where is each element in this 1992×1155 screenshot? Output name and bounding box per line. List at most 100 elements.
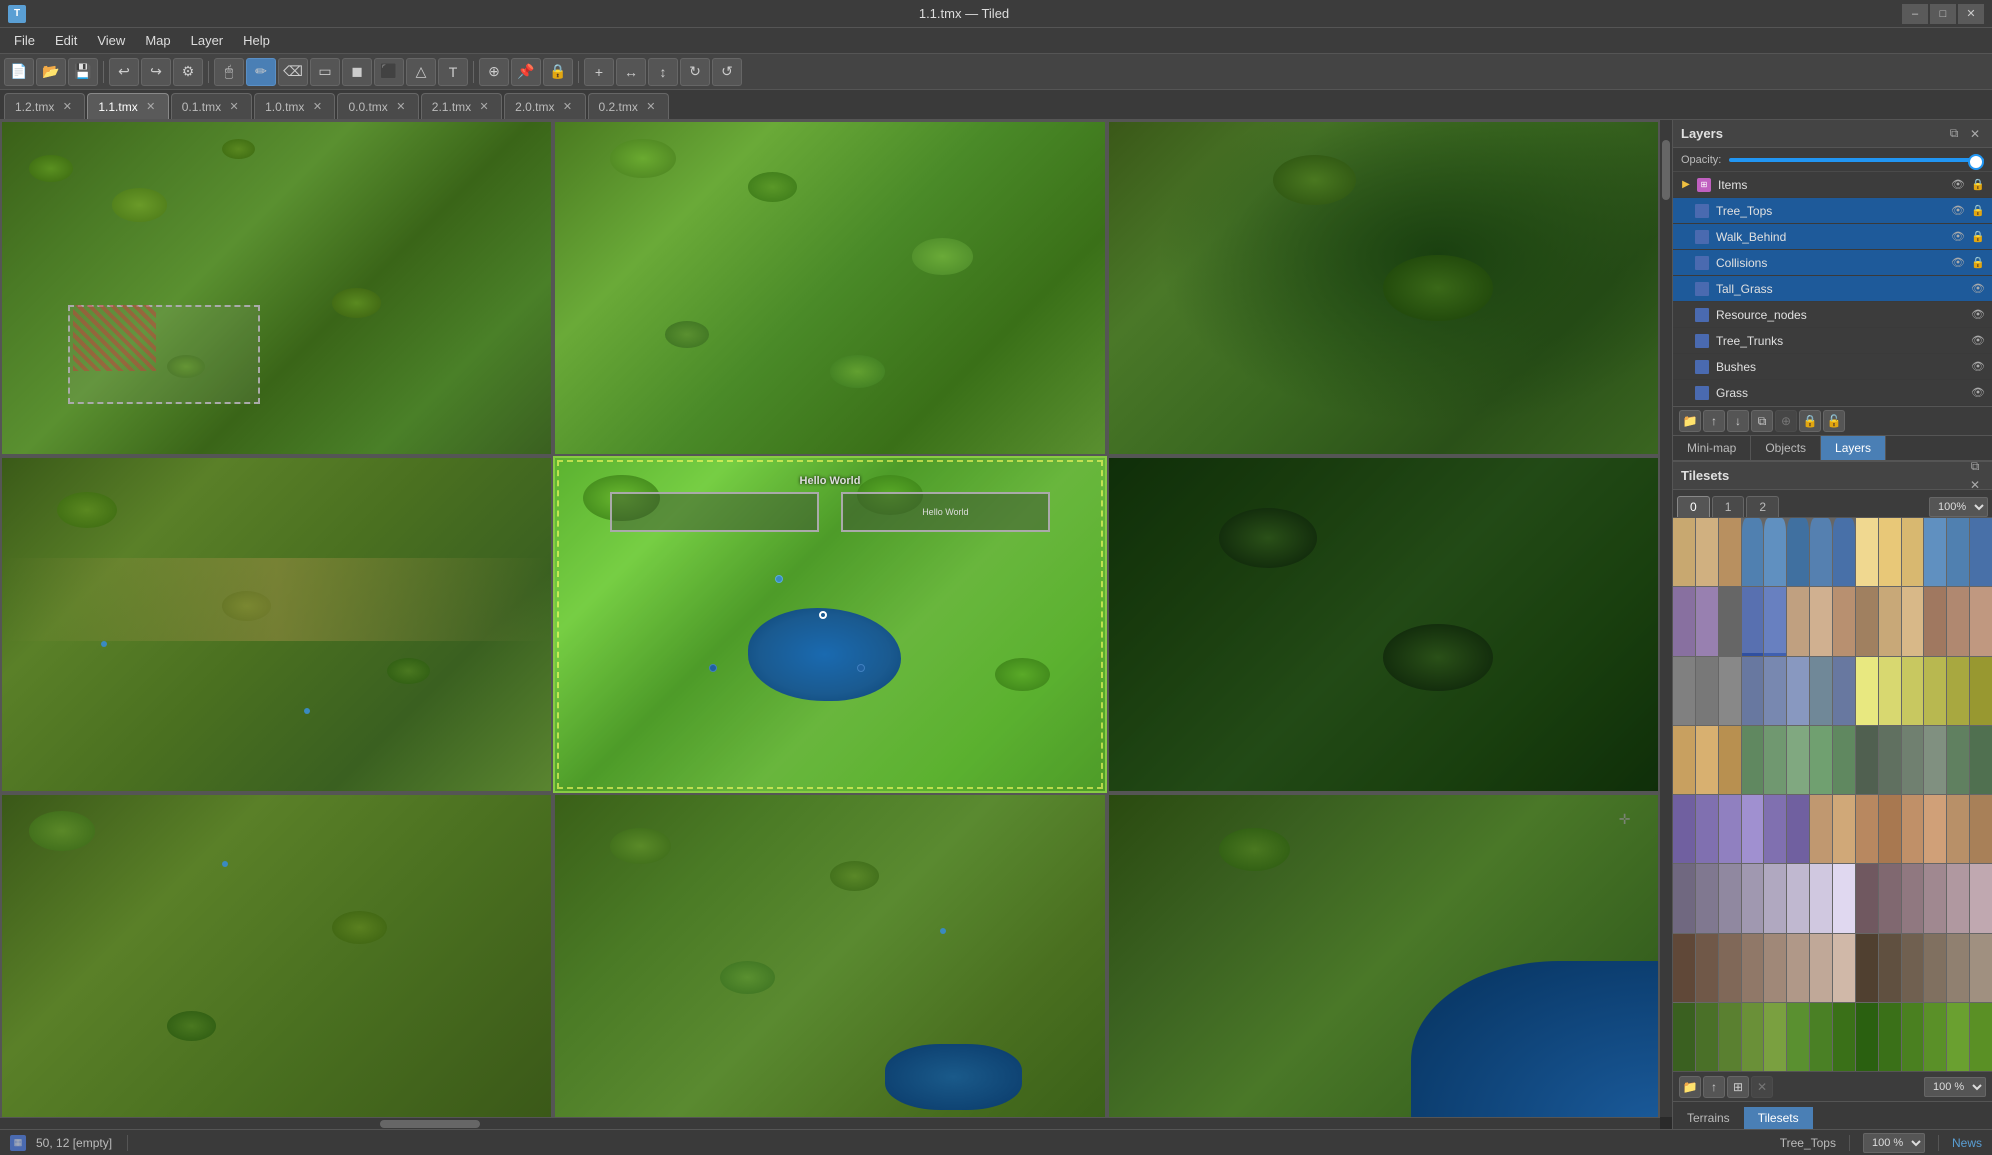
map-vscrollbar[interactable] <box>1660 120 1672 1117</box>
tab-2-0[interactable]: 2.0.tmx ✕ <box>504 93 585 119</box>
settings-button[interactable]: ⚙ <box>173 58 203 86</box>
layer-visibility-tree-trunks[interactable]: 👁 <box>1970 333 1986 349</box>
tab-0-2[interactable]: 0.2.tmx ✕ <box>588 93 669 119</box>
open-button[interactable]: 📂 <box>36 58 66 86</box>
tileset-tab-1[interactable]: 1 <box>1712 496 1745 517</box>
lock-tool[interactable]: 🔒 <box>543 58 573 86</box>
layer-visibility-grass[interactable]: 👁 <box>1970 385 1986 401</box>
tileset-scale-select[interactable]: 100% <box>1929 497 1988 517</box>
rotate-ccw[interactable]: ↺ <box>712 58 742 86</box>
minimize-button[interactable]: – <box>1902 4 1928 24</box>
map-viewport[interactable]: Hello World Hello World <box>0 120 1672 1129</box>
tab-0-1[interactable]: 0.1.tmx ✕ <box>171 93 252 119</box>
rotate-cw[interactable]: ↻ <box>680 58 710 86</box>
layer-visibility-walk-behind[interactable]: 👁 <box>1950 229 1966 245</box>
move-layer-down[interactable]: ↓ <box>1727 410 1749 432</box>
tab-close[interactable]: ✕ <box>477 100 491 114</box>
layer-visibility-collisions[interactable]: 👁 <box>1950 255 1966 271</box>
tab-2-1[interactable]: 2.1.tmx ✕ <box>421 93 502 119</box>
hscroll-thumb[interactable] <box>380 1120 480 1128</box>
layer-collisions[interactable]: Collisions 👁 🔒 <box>1673 250 1992 276</box>
tileset-tab-2[interactable]: 2 <box>1746 496 1779 517</box>
tab-close[interactable]: ✕ <box>227 100 241 114</box>
duplicate-layer[interactable]: ⧉ <box>1751 410 1773 432</box>
text-tool[interactable]: T <box>438 58 468 86</box>
rect-select-tool[interactable]: ▭ <box>310 58 340 86</box>
shape-tool[interactable]: △ <box>406 58 436 86</box>
layer-bushes[interactable]: Bushes 👁 <box>1673 354 1992 380</box>
layer-walk-behind[interactable]: Walk_Behind 👁 🔒 <box>1673 224 1992 250</box>
map-tile-1-2[interactable] <box>1107 456 1660 792</box>
tab-minimap[interactable]: Mini-map <box>1673 436 1751 460</box>
layer-visibility-bushes[interactable]: 👁 <box>1970 359 1986 375</box>
undo-button[interactable]: ↩ <box>109 58 139 86</box>
tileset-canvas[interactable] <box>1673 518 1992 1071</box>
layer-lock-collisions[interactable]: 🔒 <box>1970 255 1986 271</box>
tab-close[interactable]: ✕ <box>644 100 658 114</box>
tileset-zoom-select[interactable]: 100 % <box>1924 1077 1986 1097</box>
layer-tree-trunks[interactable]: Tree_Trunks 👁 <box>1673 328 1992 354</box>
map-tile-1-1-active[interactable]: Hello World Hello World <box>553 456 1106 792</box>
map-tile-0-0[interactable] <box>0 120 553 456</box>
merge-layer[interactable]: ⊕ <box>1775 410 1797 432</box>
news-label[interactable]: News <box>1952 1136 1982 1150</box>
tileset-remove[interactable]: ✕ <box>1751 1076 1773 1098</box>
tab-0-0[interactable]: 0.0.tmx ✕ <box>337 93 418 119</box>
menu-layer[interactable]: Layer <box>181 31 234 50</box>
layer-tree-tops[interactable]: Tree_Tops 👁 🔒 <box>1673 198 1992 224</box>
tab-tilesets[interactable]: Tilesets <box>1744 1107 1813 1129</box>
tileset-up[interactable]: ↑ <box>1703 1076 1725 1098</box>
maximize-button[interactable]: □ <box>1930 4 1956 24</box>
zoom-in[interactable]: + <box>584 58 614 86</box>
fill-tool[interactable]: ◼ <box>342 58 372 86</box>
tab-1-0[interactable]: 1.0.tmx ✕ <box>254 93 335 119</box>
opacity-slider[interactable] <box>1729 158 1984 162</box>
layer-lock-walk-behind[interactable]: 🔒 <box>1970 229 1986 245</box>
map-tile-2-2[interactable]: ✛ <box>1107 793 1660 1129</box>
cursor-tool[interactable]: 🖱 <box>214 58 244 86</box>
tab-close[interactable]: ✕ <box>144 100 158 114</box>
tab-objects[interactable]: Objects <box>1751 436 1821 460</box>
layers-float-button[interactable]: ⧉ <box>1945 125 1963 143</box>
pin-tool[interactable]: 📌 <box>511 58 541 86</box>
layer-visibility-tree-tops[interactable]: 👁 <box>1950 203 1966 219</box>
menu-view[interactable]: View <box>87 31 135 50</box>
tab-terrains[interactable]: Terrains <box>1673 1107 1744 1129</box>
stamp-tool[interactable]: ⬛ <box>374 58 404 86</box>
unlock-layer[interactable]: 🔓 <box>1823 410 1845 432</box>
tilesets-float-button[interactable]: ⧉ <box>1966 458 1984 476</box>
map-tile-0-2[interactable] <box>1107 120 1660 456</box>
layer-tall-grass[interactable]: Tall_Grass 👁 <box>1673 276 1992 302</box>
tab-close[interactable]: ✕ <box>310 100 324 114</box>
layer-visibility-items[interactable]: 👁 <box>1950 177 1966 193</box>
layer-lock-items[interactable]: 🔒 <box>1970 177 1986 193</box>
tab-close[interactable]: ✕ <box>60 100 74 114</box>
flip-v[interactable]: ↕ <box>648 58 678 86</box>
layer-resource-nodes[interactable]: Resource_nodes 👁 <box>1673 302 1992 328</box>
flip-h[interactable]: ↔ <box>616 58 646 86</box>
zoom-level-select[interactable]: 100 % 50 % 200 % <box>1863 1133 1925 1153</box>
tab-layers[interactable]: Layers <box>1821 436 1886 460</box>
layer-grass[interactable]: Grass 👁 <box>1673 380 1992 406</box>
map-tile-2-0[interactable] <box>0 793 553 1129</box>
save-button[interactable]: 💾 <box>68 58 98 86</box>
menu-edit[interactable]: Edit <box>45 31 87 50</box>
map-tile-1-0[interactable] <box>0 456 553 792</box>
tileset-embed[interactable]: ⊞ <box>1727 1076 1749 1098</box>
object-select[interactable]: ⊕ <box>479 58 509 86</box>
close-button[interactable]: ✕ <box>1958 4 1984 24</box>
map-tile-2-1[interactable] <box>553 793 1106 1129</box>
tab-1-1[interactable]: 1.1.tmx ✕ <box>87 93 168 119</box>
menu-map[interactable]: Map <box>135 31 180 50</box>
map-tile-0-1[interactable] <box>553 120 1106 456</box>
tab-close[interactable]: ✕ <box>394 100 408 114</box>
add-layer-button[interactable]: 📁 <box>1679 410 1701 432</box>
redo-button[interactable]: ↪ <box>141 58 171 86</box>
new-button[interactable]: 📄 <box>4 58 34 86</box>
menu-file[interactable]: File <box>4 31 45 50</box>
lock-layer[interactable]: 🔒 <box>1799 410 1821 432</box>
map-hscrollbar[interactable] <box>0 1117 1660 1129</box>
menu-help[interactable]: Help <box>233 31 280 50</box>
layer-lock-tree-tops[interactable]: 🔒 <box>1970 203 1986 219</box>
layers-close-button[interactable]: ✕ <box>1966 125 1984 143</box>
